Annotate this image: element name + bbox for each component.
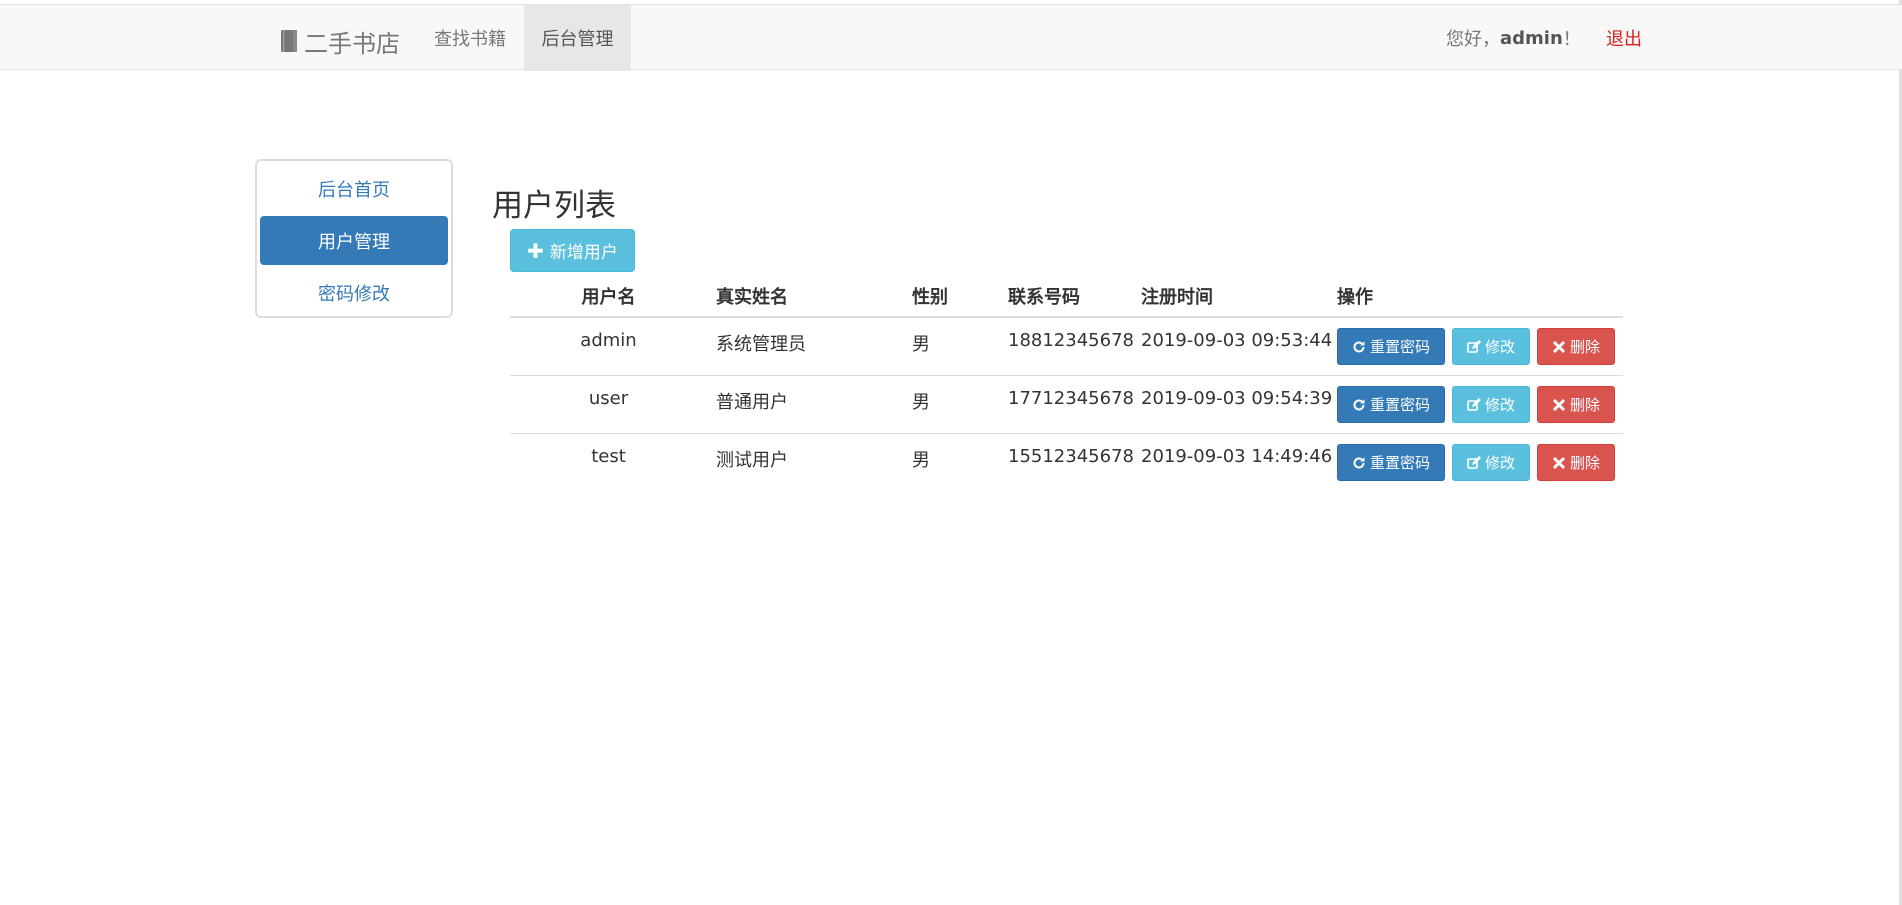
column-header-phone: 联系号码 bbox=[1008, 287, 1080, 308]
column-header-actions: 操作 bbox=[1337, 287, 1373, 308]
admin-sidebar: 后台首页 用户管理 密码修改 bbox=[255, 159, 453, 318]
row-actions: 重置密码 修改 删除 bbox=[1337, 444, 1615, 481]
user-greeting: 您好， admin ！ bbox=[1446, 5, 1581, 71]
cell-sex: 男 bbox=[912, 392, 930, 413]
column-header-realname: 真实姓名 bbox=[716, 287, 788, 308]
table-row: test 测试用户 男 15512345678 2019-09-03 14:49… bbox=[510, 434, 1623, 492]
reset-password-button[interactable]: 重置密码 bbox=[1337, 328, 1445, 365]
cell-username: admin bbox=[580, 330, 637, 351]
nav-link-admin[interactable]: 后台管理 bbox=[524, 5, 631, 71]
sidebar-item-user-management[interactable]: 用户管理 bbox=[260, 216, 448, 265]
book-icon bbox=[280, 29, 298, 53]
nav-link-label: 后台管理 bbox=[541, 29, 614, 50]
page-title: 用户列表 bbox=[492, 188, 616, 224]
cell-phone: 15512345678 bbox=[1008, 446, 1134, 467]
delete-user-label: 删除 bbox=[1569, 454, 1600, 472]
cell-sex: 男 bbox=[912, 334, 930, 355]
cell-registered: 2019-09-03 09:54:39 bbox=[1141, 388, 1333, 409]
top-navbar: 二手书店 查找书籍 后台管理 您好， admin ！ 退出 bbox=[0, 4, 1902, 71]
edit-user-label: 修改 bbox=[1484, 396, 1515, 414]
refresh-icon bbox=[1352, 340, 1366, 354]
reset-password-button[interactable]: 重置密码 bbox=[1337, 444, 1445, 481]
close-icon bbox=[1552, 340, 1566, 354]
delete-user-label: 删除 bbox=[1569, 338, 1600, 356]
cell-registered: 2019-09-03 09:53:44 bbox=[1141, 330, 1333, 351]
cell-sex: 男 bbox=[912, 450, 930, 471]
user-table: 用户名 真实姓名 性别 联系号码 注册时间 操作 admin 系统管理员 男 1… bbox=[510, 275, 1623, 492]
delete-user-button[interactable]: 删除 bbox=[1537, 328, 1615, 365]
column-header-sex: 性别 bbox=[912, 287, 948, 308]
close-icon bbox=[1552, 456, 1566, 470]
greeting-prefix: 您好， bbox=[1446, 29, 1500, 50]
nav-link-label: 查找书籍 bbox=[434, 29, 506, 50]
table-header: 用户名 真实姓名 性别 联系号码 注册时间 操作 bbox=[510, 275, 1623, 318]
row-actions: 重置密码 修改 删除 bbox=[1337, 386, 1615, 423]
edit-user-button[interactable]: 修改 bbox=[1452, 444, 1530, 481]
close-icon bbox=[1552, 398, 1566, 412]
add-user-label: 新增用户 bbox=[549, 243, 618, 263]
sidebar-item-dashboard[interactable]: 后台首页 bbox=[260, 164, 448, 213]
table-row: admin 系统管理员 男 18812345678 2019-09-03 09:… bbox=[510, 318, 1623, 376]
reset-password-label: 重置密码 bbox=[1369, 454, 1430, 472]
current-username: admin bbox=[1500, 27, 1563, 49]
delete-user-button[interactable]: 删除 bbox=[1537, 386, 1615, 423]
column-header-registered: 注册时间 bbox=[1141, 287, 1213, 308]
refresh-icon bbox=[1352, 398, 1366, 412]
sidebar-item-change-password[interactable]: 密码修改 bbox=[260, 268, 448, 317]
cell-phone: 17712345678 bbox=[1008, 388, 1134, 409]
edit-user-label: 修改 bbox=[1484, 454, 1515, 472]
row-actions: 重置密码 修改 删除 bbox=[1337, 328, 1615, 365]
table-row: user 普通用户 男 17712345678 2019-09-03 09:54… bbox=[510, 376, 1623, 434]
cell-phone: 18812345678 bbox=[1008, 330, 1134, 351]
edit-user-button[interactable]: 修改 bbox=[1452, 328, 1530, 365]
cell-username: test bbox=[591, 446, 626, 467]
brand-label: 二手书店 bbox=[304, 29, 400, 58]
cell-realname: 系统管理员 bbox=[716, 334, 806, 355]
edit-user-button[interactable]: 修改 bbox=[1452, 386, 1530, 423]
plus-icon: ✚ bbox=[527, 238, 544, 263]
reset-password-label: 重置密码 bbox=[1369, 338, 1430, 356]
cell-username: user bbox=[588, 388, 629, 409]
delete-user-button[interactable]: 删除 bbox=[1537, 444, 1615, 481]
column-header-username: 用户名 bbox=[581, 287, 636, 308]
add-user-button[interactable]: ✚ 新增用户 bbox=[510, 229, 635, 272]
cell-realname: 普通用户 bbox=[716, 392, 788, 413]
nav-link-find-books[interactable]: 查找书籍 bbox=[420, 5, 520, 71]
greeting-suffix: ！ bbox=[1562, 29, 1581, 50]
cell-registered: 2019-09-03 14:49:46 bbox=[1141, 446, 1333, 467]
logout-link[interactable]: 退出 bbox=[1606, 5, 1642, 71]
refresh-icon bbox=[1352, 456, 1366, 470]
edit-user-label: 修改 bbox=[1484, 338, 1515, 356]
edit-icon bbox=[1467, 397, 1481, 412]
brand[interactable]: 二手书店 bbox=[280, 26, 400, 58]
edit-icon bbox=[1467, 339, 1481, 354]
reset-password-label: 重置密码 bbox=[1369, 396, 1430, 414]
delete-user-label: 删除 bbox=[1569, 396, 1600, 414]
cell-realname: 测试用户 bbox=[716, 450, 788, 471]
reset-password-button[interactable]: 重置密码 bbox=[1337, 386, 1445, 423]
edit-icon bbox=[1467, 455, 1481, 470]
